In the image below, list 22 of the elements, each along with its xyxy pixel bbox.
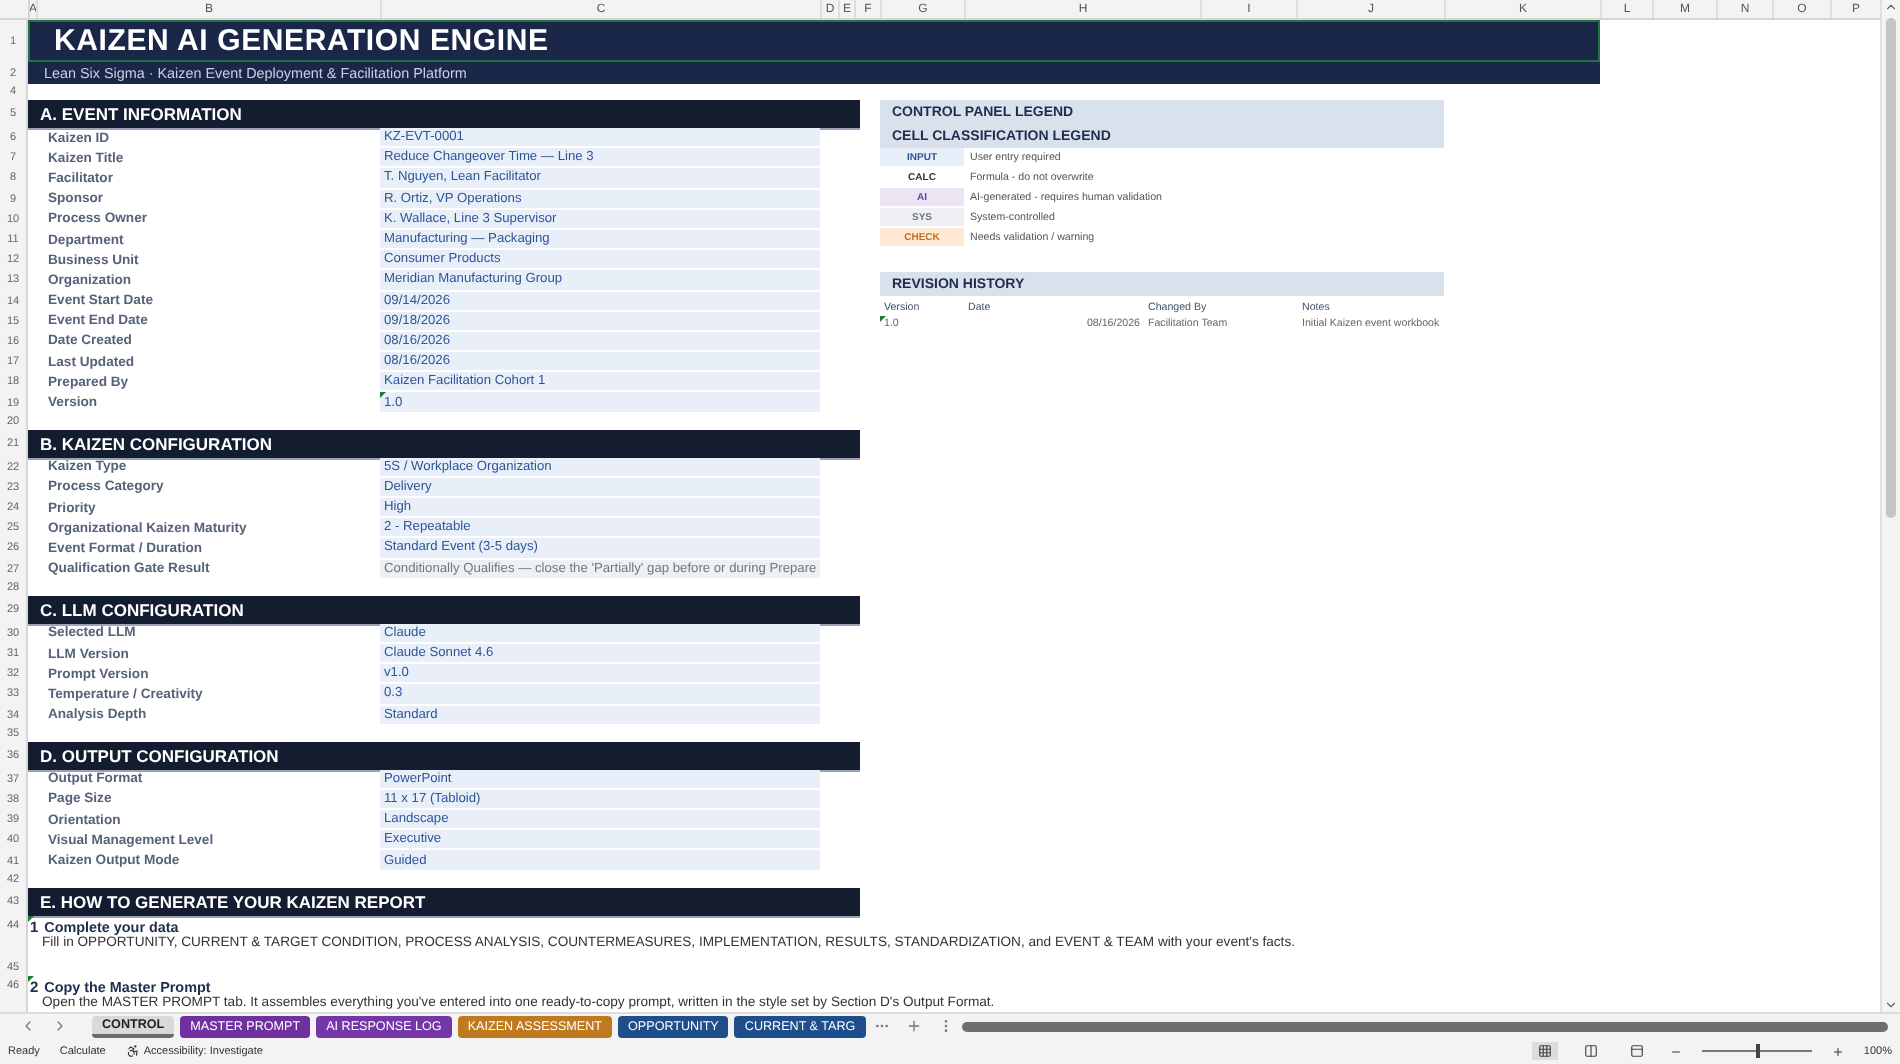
vertical-scrollbar[interactable] — [1880, 0, 1900, 1012]
normal-view-button[interactable] — [1531, 1042, 1558, 1060]
horizontal-scrollbar[interactable] — [961, 1021, 1888, 1031]
corner-triangle-icon — [28, 975, 34, 982]
corner-triangle-icon — [28, 915, 34, 922]
section-header: B. KAIZEN CONFIGURATION — [28, 429, 860, 458]
corner-triangle-icon — [380, 392, 386, 399]
scroll-down-icon[interactable] — [1884, 998, 1898, 1012]
section-header: E. HOW TO GENERATE YOUR KAIZEN REPORT — [28, 887, 860, 916]
zoom-slider-thumb[interactable] — [1756, 1044, 1761, 1058]
section-header: C. LLM CONFIGURATION — [28, 595, 860, 624]
previous-sheet-button[interactable] — [20, 1018, 36, 1034]
section-header: A. EVENT INFORMATION — [28, 100, 860, 128]
add-sheet-icon[interactable] — [905, 1018, 922, 1034]
title-banner: KAIZEN AI GENERATION ENGINE — [28, 20, 1600, 62]
section-header: D. OUTPUT CONFIGURATION — [28, 741, 860, 770]
zoom-out-icon[interactable] — [1669, 1045, 1682, 1057]
scroll-up-icon[interactable] — [1884, 0, 1898, 14]
corner-triangle-icon — [880, 316, 886, 322]
accessibility-icon[interactable] — [125, 1044, 140, 1058]
zoom-in-icon[interactable] — [1831, 1045, 1844, 1057]
next-sheet-button[interactable] — [52, 1018, 68, 1034]
